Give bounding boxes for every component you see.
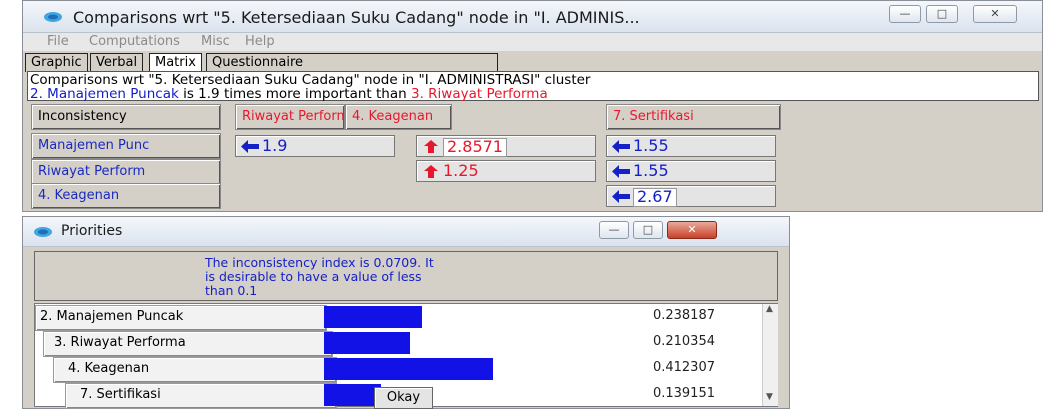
matrix-cell-1-1[interactable]: 1.9 xyxy=(235,135,395,157)
menu-misc[interactable]: Misc xyxy=(201,34,230,49)
arrow-left-icon xyxy=(612,190,630,203)
close-icon: ✕ xyxy=(990,7,1000,20)
cell-value: 1.55 xyxy=(633,161,669,180)
close-button[interactable]: ✕ xyxy=(667,221,717,239)
priority-value: 0.210354 xyxy=(652,334,715,349)
arrow-left-icon xyxy=(612,140,630,153)
info-node-b: 3. Riwayat Performa xyxy=(410,86,548,102)
tab-strip: Graphic Verbal Matrix Questionnaire xyxy=(23,51,1042,72)
cell-value: 1.9 xyxy=(262,136,288,155)
matrix-cell-2-3[interactable]: 1.55 xyxy=(606,160,776,182)
comparison-window: Comparisons wrt "5. Ketersediaan Suku Ca… xyxy=(22,0,1043,212)
priority-label: 2. Manajemen Puncak xyxy=(35,305,327,331)
info-line-2: 2. Manajemen Puncak is 1.9 times more im… xyxy=(30,86,548,102)
scroll-down-icon[interactable]: ▼ xyxy=(766,392,773,402)
column-header-3[interactable]: 7. Sertifikasi xyxy=(606,104,781,130)
maximize-button[interactable]: □ xyxy=(633,221,663,239)
maximize-icon: □ xyxy=(936,7,948,20)
matrix-cell-2-2[interactable]: 1.25 xyxy=(416,160,596,182)
tab-questionnaire[interactable]: Questionnaire xyxy=(206,53,498,72)
maximize-button[interactable]: □ xyxy=(926,5,958,23)
maximize-icon: □ xyxy=(642,223,654,236)
menu-bar: File Computations Misc Help xyxy=(23,33,1042,51)
list-item[interactable]: 3. Riwayat Performa 0.210354 xyxy=(35,330,762,357)
app-icon xyxy=(34,227,52,237)
priority-label: 4. Keagenan xyxy=(53,357,337,383)
cell-value: 2.8571 xyxy=(443,138,507,157)
menu-computations[interactable]: Computations xyxy=(89,34,180,49)
arrow-left-icon xyxy=(612,165,630,178)
tab-verbal[interactable]: Verbal xyxy=(90,53,144,72)
comparison-info: Comparisons wrt "5. Ketersediaan Suku Ca… xyxy=(27,71,1039,102)
matrix-cell-3-3[interactable]: 2.67 xyxy=(606,185,776,207)
inconsistency-message-box: The inconsistency index is 0.0709. It is… xyxy=(34,251,778,301)
tab-matrix[interactable]: Matrix xyxy=(149,53,202,72)
info-node-a: 2. Manajemen Puncak xyxy=(30,86,179,102)
row-header-3[interactable]: 4. Keagenan xyxy=(31,183,221,209)
inconsistency-button[interactable]: Inconsistency xyxy=(31,104,221,130)
cell-value: 2.67 xyxy=(633,188,677,207)
matrix-cell-1-3[interactable]: 1.55 xyxy=(606,135,776,157)
list-item[interactable]: 2. Manajemen Puncak 0.238187 xyxy=(35,304,762,331)
priority-value: 0.412307 xyxy=(652,360,715,375)
priority-value: 0.238187 xyxy=(652,308,715,323)
column-header-2[interactable]: 4. Keagenan xyxy=(345,104,452,130)
minimize-icon: — xyxy=(608,223,620,236)
list-item[interactable]: 4. Keagenan 0.412307 xyxy=(35,356,762,383)
priority-bar xyxy=(324,306,422,328)
minimize-button[interactable]: — xyxy=(599,221,629,239)
priority-value: 0.139151 xyxy=(652,386,715,401)
vertical-scrollbar[interactable]: ▲ ▼ xyxy=(762,304,778,406)
priority-bar xyxy=(324,332,410,354)
title-bar[interactable]: Priorities — □ ✕ xyxy=(23,217,789,247)
arrow-up-icon xyxy=(424,140,438,153)
app-icon xyxy=(44,12,62,22)
close-button[interactable]: ✕ xyxy=(973,5,1017,23)
window-title: Comparisons wrt "5. Ketersediaan Suku Ca… xyxy=(73,8,640,27)
priority-bar xyxy=(324,384,381,406)
column-header-1[interactable]: Riwayat Perform xyxy=(235,104,345,130)
info-text: is 1.9 times more important than xyxy=(178,86,411,102)
inconsistency-message: The inconsistency index is 0.0709. It is… xyxy=(205,255,434,298)
close-icon: ✕ xyxy=(687,223,697,236)
okay-button[interactable]: Okay xyxy=(374,387,433,409)
priority-bar xyxy=(324,358,493,380)
window-title: Priorities xyxy=(61,223,123,239)
cell-value: 1.25 xyxy=(443,161,479,180)
priority-label: 7. Sertifikasi xyxy=(65,383,337,409)
row-header-2[interactable]: Riwayat Perform xyxy=(31,159,221,185)
minimize-icon: — xyxy=(899,7,911,20)
arrow-up-icon xyxy=(424,165,438,178)
title-bar[interactable]: Comparisons wrt "5. Ketersediaan Suku Ca… xyxy=(23,1,1042,33)
arrow-left-icon xyxy=(241,140,259,153)
menu-file[interactable]: File xyxy=(47,34,69,49)
menu-help[interactable]: Help xyxy=(245,34,275,49)
row-header-1[interactable]: Manajemen Punc xyxy=(31,133,221,159)
tab-graphic[interactable]: Graphic xyxy=(25,53,88,72)
priorities-window: Priorities — □ ✕ The inconsistency index… xyxy=(22,216,790,409)
matrix-cell-1-2[interactable]: 2.8571 xyxy=(416,135,596,157)
scroll-up-icon[interactable]: ▲ xyxy=(766,304,773,314)
minimize-button[interactable]: — xyxy=(889,5,921,23)
cell-value: 1.55 xyxy=(633,136,669,155)
priority-label: 3. Riwayat Performa xyxy=(43,331,333,357)
